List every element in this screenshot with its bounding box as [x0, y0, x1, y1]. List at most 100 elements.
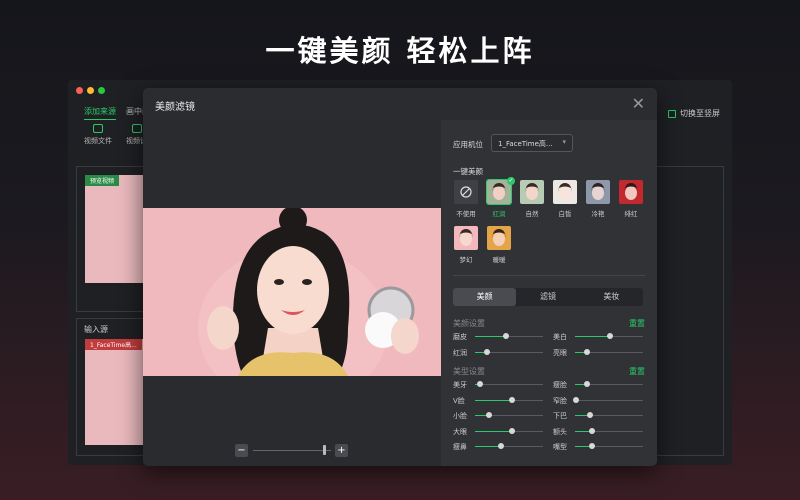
slider-knob[interactable] [586, 412, 593, 418]
slider-knob[interactable] [484, 348, 491, 355]
slider-label: 磨皮 [453, 333, 467, 341]
shape-reset-button[interactable]: 重置 [629, 366, 645, 377]
preview-tag: 预览视频 [85, 175, 120, 186]
filter-crimson-label: 绯红 [624, 210, 638, 218]
camera-select-value: 1_FaceTime高... [498, 140, 553, 148]
filter-cool[interactable]: 冷艳 [585, 180, 611, 218]
slider-knob[interactable] [509, 427, 516, 434]
camera-label: 应用机位 [453, 140, 483, 149]
slider-beauty-0[interactable]: 磨皮 [453, 332, 545, 342]
settings-panel: 应用机位 1_FaceTime高... ▾ 一键美颜 不使用 ✓ 红润 自然 白… [441, 120, 657, 466]
slider-label: 大眼 [453, 427, 467, 436]
camera-select[interactable]: 1_FaceTime高... ▾ [491, 134, 573, 152]
slider-shape-3[interactable]: 窄脸 [553, 396, 645, 406]
beauty-section-title: 美颜设置 [453, 319, 485, 328]
tab-add-source[interactable]: 添加来源 [84, 106, 116, 120]
maximize-window-button[interactable] [98, 87, 105, 94]
filter-none[interactable]: 不使用 [453, 180, 479, 218]
zoom-in-button[interactable]: + [335, 444, 348, 457]
slider-label: V脸 [453, 396, 465, 405]
slider-beauty-1[interactable]: 美白 [553, 332, 645, 342]
slider-fill [475, 430, 513, 432]
slider-label: 下巴 [553, 412, 567, 420]
slider-shape-1[interactable]: 瘦脸 [553, 380, 645, 390]
category-tabs: 美颜 滤镜 美妆 [453, 288, 643, 306]
filter-dreamy-label: 梦幻 [459, 256, 473, 264]
slider-beauty-3[interactable]: 亮眼 [553, 348, 645, 358]
filter-dreamy[interactable]: 梦幻 [453, 226, 479, 264]
slider-beauty-2[interactable]: 红润 [453, 348, 545, 358]
beauty-reset-button[interactable]: 重置 [629, 318, 645, 329]
zoom-out-button[interactable]: − [235, 444, 248, 457]
input-tag: 1_FaceTime高... [85, 339, 142, 350]
slider-track[interactable] [475, 384, 543, 385]
slider-track[interactable] [575, 399, 643, 401]
switch-portrait-button[interactable]: 切换至竖屏 [668, 108, 720, 119]
headline: 一键美颜 轻松上阵 [265, 34, 535, 68]
slider-knob[interactable] [584, 381, 591, 387]
close-window-button[interactable] [76, 87, 83, 94]
slider-knob[interactable] [584, 348, 591, 355]
filter-warm[interactable]: 暖暖 [486, 226, 512, 264]
video-file-button[interactable]: 视频文件 [84, 124, 112, 146]
chevron-down-icon: ▾ [562, 138, 566, 146]
close-icon[interactable]: ✕ [632, 94, 645, 113]
tab-filter[interactable]: 滤镜 [516, 288, 579, 306]
filter-none-label: 不使用 [456, 210, 476, 218]
app-tabs: 添加来源 画中画 [84, 106, 150, 120]
minimize-window-button[interactable] [87, 87, 94, 94]
filter-rosy[interactable]: ✓ 红润 [486, 177, 515, 218]
slider-knob[interactable] [589, 443, 595, 449]
slider-knob[interactable] [497, 443, 504, 449]
filter-warm-label: 暖暖 [492, 256, 506, 264]
switch-portrait-label: 切换至竖屏 [680, 109, 720, 118]
filter-dreamy-thumb [454, 226, 478, 250]
slider-label: 亮眼 [553, 348, 567, 357]
play-icon [131, 124, 142, 133]
slider-knob[interactable] [589, 427, 595, 434]
video-file-label: 视频文件 [84, 137, 112, 145]
filter-crimson[interactable]: 绯红 [618, 180, 644, 218]
slider-knob[interactable] [502, 333, 509, 339]
divider [453, 275, 645, 276]
check-icon: ✓ [507, 177, 515, 185]
filter-natural[interactable]: 自然 [519, 180, 545, 218]
beauty-filter-dialog: 美颜滤镜 ✕ − + 应用机位 1_FaceTime高... ▾ 一键美颜 不使… [143, 88, 657, 466]
app-toolbar: 视频文件 视频设 [84, 124, 147, 146]
slider-knob[interactable] [509, 396, 516, 403]
slider-shape-4[interactable]: 小脸 [453, 411, 545, 421]
filter-cool-label: 冷艳 [591, 210, 605, 218]
slider-shape-9[interactable]: 嘴型 [553, 442, 645, 452]
slider-shape-2[interactable]: V脸 [453, 396, 545, 406]
tab-beauty[interactable]: 美颜 [453, 288, 517, 306]
portrait-photo [143, 208, 441, 376]
slider-shape-5[interactable]: 下巴 [553, 411, 645, 421]
slider-knob[interactable] [573, 396, 580, 403]
rotate-screen-icon [668, 109, 676, 118]
slider-knob[interactable] [485, 412, 492, 418]
slider-shape-7[interactable]: 额头 [553, 427, 645, 437]
filter-natural-thumb [520, 180, 544, 204]
filter-cool-thumb [586, 180, 610, 204]
slider-label: 窄脸 [553, 396, 567, 405]
slider-shape-6[interactable]: 大眼 [453, 427, 545, 437]
slider-label: 美白 [553, 333, 567, 341]
zoom-control: − + [235, 444, 349, 458]
filter-fair[interactable]: 白皙 [552, 180, 578, 218]
filter-fair-label: 白皙 [558, 210, 572, 218]
preview-thumbnail[interactable]: 预览视频 [85, 175, 143, 283]
slider-shape-0[interactable]: 美牙 [453, 380, 545, 390]
slider-label: 瘦脸 [553, 381, 567, 389]
filter-rosy-label: 红润 [492, 210, 506, 218]
slider-fill [475, 399, 513, 401]
zoom-track[interactable] [253, 450, 331, 451]
input-thumbnail[interactable]: 1_FaceTime高... [85, 339, 143, 445]
slider-knob[interactable] [477, 381, 484, 387]
filter-fair-thumb [553, 180, 577, 204]
slider-fill [475, 336, 506, 337]
tab-makeup[interactable]: 美妆 [580, 288, 643, 306]
slider-knob[interactable] [607, 333, 614, 339]
zoom-thumb[interactable] [323, 445, 327, 455]
slider-label: 美牙 [453, 381, 467, 389]
slider-shape-8[interactable]: 瘦鼻 [453, 442, 545, 452]
